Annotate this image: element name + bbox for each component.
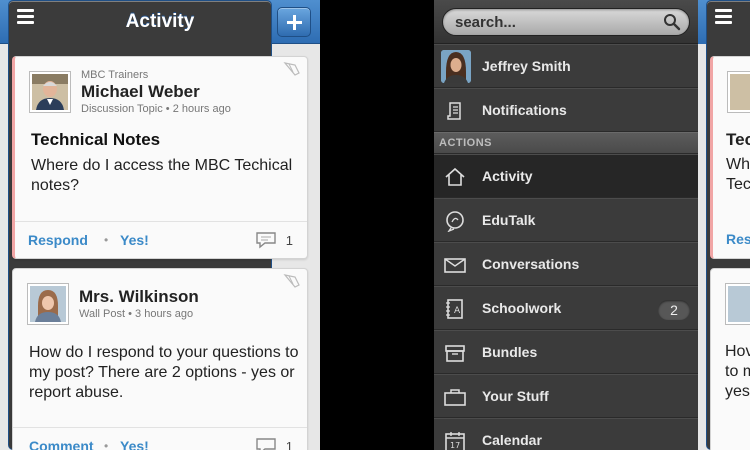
avatar xyxy=(441,50,471,83)
post-type: Discussion Topic xyxy=(81,103,163,115)
user-photo-icon xyxy=(441,50,471,83)
avatar-image xyxy=(728,286,750,322)
post-actions: Respond • Yes! 1 xyxy=(15,221,307,258)
envelope-icon xyxy=(444,258,466,273)
calendar-icon: 17 xyxy=(445,432,465,450)
post-title: Technical Notes xyxy=(31,130,161,149)
author-name[interactable]: Michael Weber xyxy=(81,82,200,102)
search-bar: search... xyxy=(434,0,698,44)
post-card[interactable]: MBC Trainers Michael Weber Discussion To… xyxy=(12,56,308,259)
post-time: 2 hours ago xyxy=(172,103,231,115)
hamburger-icon xyxy=(715,21,732,24)
post-body: Tec xyxy=(726,176,750,193)
comment-link[interactable]: Comment xyxy=(29,438,94,450)
menu-item-calendar[interactable]: 17 Calendar xyxy=(434,418,698,450)
comment-count: 1 xyxy=(285,439,293,450)
post-time: 3 hours ago xyxy=(135,308,194,320)
comment-count: 1 xyxy=(285,233,293,248)
menu-item-edutalk[interactable]: EduTalk xyxy=(434,198,698,242)
menu-label: Bundles xyxy=(482,344,538,360)
separator-dot: • xyxy=(165,103,173,115)
menu-item-activity[interactable]: Activity xyxy=(434,154,698,198)
separator-dot: • xyxy=(104,439,109,450)
menu-label: Your Stuff xyxy=(482,388,549,404)
hamburger-icon xyxy=(715,9,732,12)
notifications-icon xyxy=(447,102,461,120)
menu-item-notifications[interactable]: Notifications xyxy=(434,88,698,132)
post-body: Hov xyxy=(725,343,750,360)
separator-dot: • xyxy=(104,233,109,247)
side-menu: search... Jeffrey Smith Notifications AC… xyxy=(434,0,698,450)
post-card[interactable]: Mrs. Wilkinson Wall Post • 3 hours ago H… xyxy=(12,268,308,450)
menu-label: Notifications xyxy=(482,102,567,118)
post-title: Tec xyxy=(726,130,750,149)
menu-label: EduTalk xyxy=(482,212,536,228)
group-name[interactable]: MBC Trainers xyxy=(81,69,148,81)
post-meta: Discussion Topic • 2 hours ago xyxy=(81,103,231,115)
pin-icon[interactable] xyxy=(281,271,303,291)
pin-icon[interactable] xyxy=(281,59,303,79)
post-actions: Comment • Yes! 1 xyxy=(13,427,307,450)
avatar-image xyxy=(30,286,66,322)
person-photo-icon xyxy=(30,286,66,322)
respond-link[interactable]: Respond xyxy=(28,232,88,248)
post-body: Wh xyxy=(726,156,750,173)
avatar xyxy=(725,283,750,325)
post-card[interactable]: Tec Wh Tec Res xyxy=(710,56,750,259)
schoolwork-icon: A xyxy=(446,299,463,319)
menu-item-your-stuff[interactable]: Your Stuff xyxy=(434,374,698,418)
avatar[interactable] xyxy=(27,283,69,325)
menu-item-bundles[interactable]: Bundles xyxy=(434,330,698,374)
count-badge: 2 xyxy=(658,300,690,320)
activity-screen-partial: Tec Wh Tec Res Hov to m yes xyxy=(698,0,750,450)
avatar-image xyxy=(32,74,68,110)
menu-label: Schoolwork xyxy=(482,300,562,316)
edutalk-icon xyxy=(446,211,464,232)
menu-item-conversations[interactable]: Conversations xyxy=(434,242,698,286)
post-body: to m xyxy=(725,363,750,380)
yes-link[interactable]: Yes! xyxy=(120,232,149,248)
post-body: yes xyxy=(725,383,750,400)
comment-icon[interactable] xyxy=(255,231,277,249)
separator-dot: • xyxy=(128,308,136,320)
hamburger-icon xyxy=(715,15,732,18)
user-name: Jeffrey Smith xyxy=(482,58,571,74)
avatar xyxy=(727,71,750,113)
nav-bar: Activity xyxy=(0,0,320,450)
menu-label: Calendar xyxy=(482,432,542,448)
menu-label: Activity xyxy=(482,168,533,184)
section-label: ACTIONS xyxy=(439,137,492,149)
section-header: ACTIONS xyxy=(434,132,698,154)
nav-bar xyxy=(698,0,750,450)
post-body: Where do I access the MBC Techical notes… xyxy=(31,157,293,194)
activity-screen: Activity MBC Trainers Michael Weber Disc… xyxy=(0,0,320,450)
plus-icon xyxy=(293,15,296,30)
post-body: How do I respond to your questions to my… xyxy=(29,344,299,401)
add-button[interactable] xyxy=(277,7,311,37)
yes-link[interactable]: Yes! xyxy=(120,438,149,450)
svg-text:17: 17 xyxy=(450,441,460,450)
person-photo-icon xyxy=(32,74,68,110)
search-icon[interactable] xyxy=(663,13,681,31)
svg-text:A: A xyxy=(454,306,461,316)
post-type: Wall Post xyxy=(79,308,126,320)
screen: Activity MBC Trainers Michael Weber Disc… xyxy=(0,0,750,450)
menu-label: Conversations xyxy=(482,256,580,272)
box-icon xyxy=(445,345,465,362)
comment-icon[interactable] xyxy=(255,437,277,450)
menu-item-profile[interactable]: Jeffrey Smith xyxy=(434,44,698,88)
search-input[interactable]: search... xyxy=(442,8,690,36)
home-icon xyxy=(445,167,465,186)
page-title: Activity xyxy=(125,11,195,32)
menu-item-schoolwork[interactable]: A Schoolwork 2 xyxy=(434,286,698,330)
avatar-image xyxy=(730,74,750,110)
search-placeholder: search... xyxy=(455,14,516,31)
post-meta: Wall Post • 3 hours ago xyxy=(79,308,193,320)
briefcase-icon xyxy=(444,389,466,406)
avatar[interactable] xyxy=(29,71,71,113)
author-name[interactable]: Mrs. Wilkinson xyxy=(79,287,199,307)
respond-link[interactable]: Res xyxy=(726,231,750,247)
post-card[interactable]: Hov to m yes xyxy=(710,268,750,450)
